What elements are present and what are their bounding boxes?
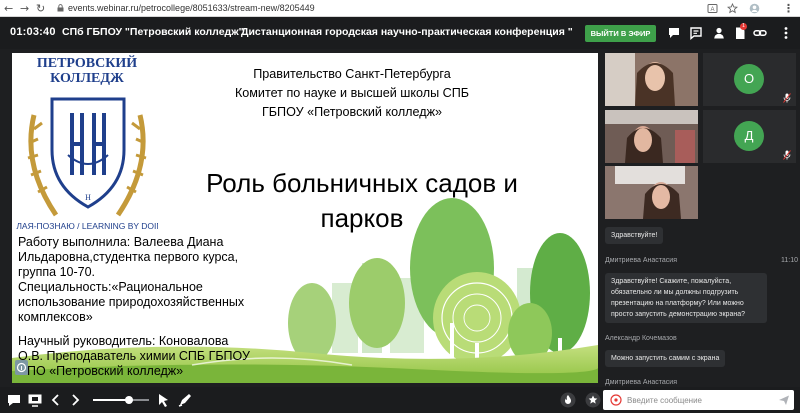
- presentation-slide: Н ПЕТРОВСКИЙ КОЛЛЕДЖ ДЕЛАЯ-ПОЗНАЮ / LEAR…: [12, 53, 598, 383]
- logo-name-top: ПЕТРОВСКИЙ: [37, 55, 137, 71]
- chat-panel: Здравствуйте! Дмитриева Анастасия 11:10 …: [605, 222, 800, 390]
- video-grid: О Д: [605, 53, 800, 220]
- slide-header-line: ГБПОУ «Петровский колледж»: [261, 105, 443, 119]
- camera-feed: [605, 166, 698, 219]
- event-title: Дистанционная городская научно-практичес…: [241, 26, 573, 38]
- fire-icon[interactable]: [560, 392, 576, 408]
- menu-dots-icon[interactable]: ⋮: [783, 2, 794, 15]
- volume-slider-fill: [93, 399, 129, 401]
- screen-share-icon[interactable]: [27, 392, 43, 408]
- slide-info-line: использование природохозяйственных: [18, 295, 245, 309]
- address-bar[interactable]: events.webinar.ru/petrocollege/8051633/s…: [68, 3, 315, 14]
- video-tile-camera[interactable]: [605, 110, 698, 163]
- info-icon: [16, 362, 27, 373]
- volume-slider[interactable]: [93, 396, 149, 404]
- webinar-header: 01:03:40 СПб ГБПОУ "Петровский колледж" …: [0, 17, 800, 49]
- reaction-star-icon[interactable]: [585, 392, 601, 408]
- video-tile-camera[interactable]: [605, 53, 698, 106]
- mic-off-icon: [783, 150, 791, 160]
- pointer-icon[interactable]: [155, 392, 171, 408]
- chat-message-input[interactable]: [627, 393, 767, 407]
- prev-slide-icon[interactable]: [48, 392, 64, 408]
- svg-text:A: A: [710, 7, 714, 13]
- chat-input-box[interactable]: [603, 390, 794, 410]
- camera-feed: [605, 110, 698, 163]
- slide-header-line: Комитет по науке и высшей школы СПБ: [234, 86, 470, 100]
- organization-name: СПб ГБПОУ "Петровский колледж": [62, 26, 244, 38]
- chat-author: Дмитриева Анастасия: [605, 257, 677, 264]
- chat-message: Здравствуйте!: [605, 227, 664, 244]
- slide-title-line: парков: [320, 203, 404, 233]
- notification-badge: 1: [740, 23, 747, 30]
- send-icon[interactable]: [778, 394, 790, 406]
- go-live-button[interactable]: ВЫЙТИ В ЭФИР: [585, 25, 656, 42]
- camera-feed: [605, 53, 698, 106]
- link-icon[interactable]: [753, 26, 767, 40]
- video-tile-camera[interactable]: [605, 166, 698, 219]
- more-icon[interactable]: [779, 26, 793, 40]
- slide-header-line: Правительство Санкт-Петербурга: [253, 67, 451, 81]
- slide-info-line: Ильдаровна,студентка первого курса,: [18, 250, 239, 264]
- chat-time: 11:10: [781, 257, 798, 264]
- chat-icon[interactable]: [667, 26, 681, 40]
- stream-timer: 01:03:40: [10, 26, 56, 38]
- participant-icon[interactable]: [712, 26, 726, 40]
- reload-icon[interactable]: ↻: [36, 2, 45, 15]
- forward-icon[interactable]: →: [20, 2, 29, 15]
- logo-letter: Н: [85, 193, 91, 202]
- draw-tool-icon[interactable]: [177, 392, 193, 408]
- chat-message: Здравствуйте! Скажите, пожалуйста, обяза…: [605, 273, 767, 323]
- profile-icon[interactable]: [749, 3, 760, 14]
- fullscreen-toggle[interactable]: [15, 360, 28, 375]
- slide-info-line: Работу выполнила: Валеева Диана: [18, 235, 224, 249]
- slide-info-line: Специальность:«Рациональное: [18, 280, 203, 294]
- emoji-icon[interactable]: [610, 394, 622, 406]
- participant-avatar: Д: [734, 121, 764, 151]
- back-icon[interactable]: ←: [4, 2, 13, 15]
- chat-toggle-icon[interactable]: [6, 392, 22, 408]
- translate-icon[interactable]: A: [707, 3, 718, 14]
- slide-info-line: комплексов»: [18, 310, 93, 324]
- chat-author: Дмитриева Анастасия: [605, 379, 677, 386]
- lock-icon: [57, 4, 64, 12]
- chat-author: Александр Кочемазов: [605, 335, 677, 342]
- participant-avatar: О: [734, 64, 764, 94]
- poll-icon[interactable]: [689, 26, 703, 40]
- chat-message: Можно запустить самим с экрана: [605, 350, 726, 367]
- slide-info-line: СПО «Петровский колледж»: [18, 364, 184, 378]
- slide-title-line: Роль больничных садов и: [206, 168, 518, 198]
- slide-info-line: группа 10-70.: [18, 265, 96, 279]
- slide-info-line: Научный руководитель: Коновалова: [18, 334, 229, 348]
- volume-slider-handle[interactable]: [125, 396, 133, 404]
- slide-info-line: О.В. Преподаватель химии СПБ ГБПОУ: [18, 349, 250, 363]
- star-icon[interactable]: [727, 3, 738, 14]
- browser-toolbar: ← → ↻ events.webinar.ru/petrocollege/805…: [0, 0, 800, 17]
- video-tile-avatar[interactable]: Д: [703, 110, 796, 163]
- logo-name-bottom: КОЛЛЕДЖ: [50, 71, 124, 86]
- video-tile-avatar[interactable]: О: [703, 53, 796, 106]
- next-slide-icon[interactable]: [67, 392, 83, 408]
- mic-off-icon: [783, 93, 791, 103]
